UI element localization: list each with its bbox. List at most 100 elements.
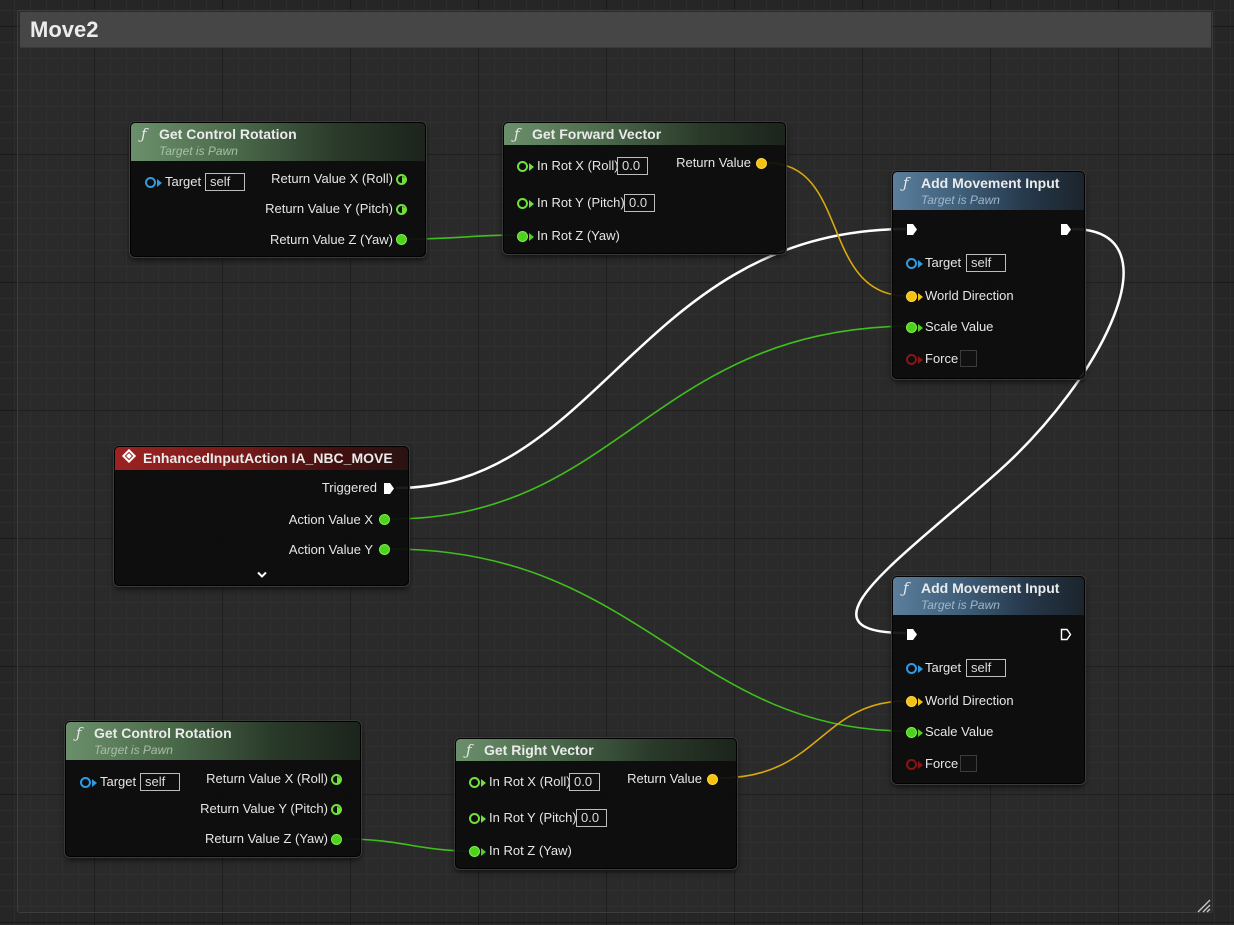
in-rot-x-field[interactable]: 0.0 <box>617 157 648 175</box>
node-title: Get Control Rotation <box>159 126 297 142</box>
world-direction-pin[interactable] <box>906 291 917 302</box>
in-rot-z-pin[interactable] <box>517 231 528 242</box>
node-get-control-rotation-1[interactable]: ƒ Get Control Rotation Target is Pawn Ta… <box>130 122 426 257</box>
node-title: EnhancedInputAction IA_NBC_MOVE <box>143 450 393 466</box>
node-subtitle: Target is Pawn <box>921 193 1000 207</box>
target-pin[interactable] <box>145 177 156 188</box>
in-rot-x-label: In Rot X (Roll) <box>489 774 571 789</box>
node-header[interactable]: ƒ Get Forward Vector <box>504 123 785 145</box>
event-icon <box>121 448 137 464</box>
return-value-label: Return Value <box>676 155 751 170</box>
pin-arrow-icon <box>337 836 348 844</box>
in-rot-x-field[interactable]: 0.0 <box>569 773 600 791</box>
scale-value-pin[interactable] <box>906 727 917 738</box>
node-get-right-vector[interactable]: ƒ Get Right Vector In Rot X (Roll) 0.0 I… <box>455 738 737 869</box>
return-z-label: Return Value Z (Yaw) <box>269 232 393 247</box>
node-add-movement-input-2[interactable]: ƒ Add Movement Input Target is Pawn Targ… <box>892 576 1085 784</box>
node-subtitle: Target is Pawn <box>94 743 173 757</box>
exec-in-pin[interactable] <box>906 223 918 236</box>
function-icon: ƒ <box>903 579 909 597</box>
function-icon: ƒ <box>141 125 147 143</box>
return-value-label: Return Value <box>627 771 702 786</box>
exec-out-pin[interactable] <box>1060 628 1072 641</box>
node-get-control-rotation-2[interactable]: ƒ Get Control Rotation Target is Pawn Ta… <box>65 721 361 857</box>
pin-arrow-icon <box>713 776 724 784</box>
node-header[interactable]: ƒ Get Right Vector <box>456 739 736 761</box>
node-header[interactable]: ƒ Get Control Rotation Target is Pawn <box>66 722 360 760</box>
pin-arrow-icon <box>402 176 413 184</box>
exec-out-pin[interactable] <box>1060 223 1072 236</box>
in-rot-z-label: In Rot Z (Yaw) <box>489 843 572 858</box>
target-value-field[interactable]: self <box>140 773 180 791</box>
in-rot-y-label: In Rot Y (Pitch) <box>489 810 577 825</box>
target-value-field[interactable]: self <box>966 659 1006 677</box>
return-x-label: Return Value X (Roll) <box>206 771 328 786</box>
world-direction-pin[interactable] <box>906 696 917 707</box>
node-get-forward-vector[interactable]: ƒ Get Forward Vector In Rot X (Roll) 0.0… <box>503 122 786 254</box>
force-pin[interactable] <box>906 354 917 365</box>
pin-arrow-icon <box>337 776 348 784</box>
function-icon: ƒ <box>514 125 520 143</box>
scale-value-label: Scale Value <box>925 319 994 334</box>
in-rot-x-label: In Rot X (Roll) <box>537 158 619 173</box>
pin-arrow-icon <box>385 516 396 524</box>
node-title: Get Forward Vector <box>532 126 662 142</box>
force-checkbox[interactable] <box>960 350 977 367</box>
comment-title[interactable]: Move2 <box>30 17 98 43</box>
in-rot-y-field[interactable]: 0.0 <box>576 809 607 827</box>
comment-header[interactable]: Move2 <box>20 12 1211 48</box>
scale-value-label: Scale Value <box>925 724 994 739</box>
node-header[interactable]: ƒ Add Movement Input Target is Pawn <box>893 172 1084 210</box>
force-label: Force <box>925 756 959 771</box>
world-direction-label: World Direction <box>925 693 1014 708</box>
in-rot-z-label: In Rot Z (Yaw) <box>537 228 620 243</box>
return-x-label: Return Value X (Roll) <box>271 171 393 186</box>
expand-chevron-down-icon[interactable] <box>256 571 268 579</box>
node-title: Add Movement Input <box>921 580 1060 596</box>
pin-arrow-icon <box>385 546 396 554</box>
target-label: Target <box>925 660 962 675</box>
node-title: Get Right Vector <box>484 742 594 758</box>
in-rot-y-pin[interactable] <box>469 813 480 824</box>
node-add-movement-input-1[interactable]: ƒ Add Movement Input Target is Pawn Targ… <box>892 171 1085 379</box>
function-icon: ƒ <box>76 724 82 742</box>
pin-arrow-icon <box>402 236 413 244</box>
resize-handle-icon[interactable] <box>1195 897 1211 913</box>
target-value-field[interactable]: self <box>966 254 1006 272</box>
pin-arrow-icon <box>762 160 773 168</box>
in-rot-y-label: In Rot Y (Pitch) <box>537 195 625 210</box>
node-enhanced-input-action[interactable]: EnhancedInputAction IA_NBC_MOVE Triggere… <box>114 446 409 586</box>
target-pin[interactable] <box>906 663 917 674</box>
return-z-label: Return Value Z (Yaw) <box>204 831 328 846</box>
node-header[interactable]: EnhancedInputAction IA_NBC_MOVE <box>115 447 408 470</box>
action-value-x-label: Action Value X <box>288 512 373 527</box>
node-header[interactable]: ƒ Get Control Rotation Target is Pawn <box>131 123 425 161</box>
world-direction-label: World Direction <box>925 288 1014 303</box>
target-value-field[interactable]: self <box>205 173 245 191</box>
node-subtitle: Target is Pawn <box>921 598 1000 612</box>
node-title: Add Movement Input <box>921 175 1060 191</box>
pin-arrow-icon <box>402 206 413 214</box>
target-label: Target <box>925 255 962 270</box>
in-rot-x-pin[interactable] <box>517 161 528 172</box>
node-header[interactable]: ƒ Add Movement Input Target is Pawn <box>893 577 1084 615</box>
return-y-label: Return Value Y (Pitch) <box>265 201 393 216</box>
in-rot-y-field[interactable]: 0.0 <box>624 194 655 212</box>
target-label: Target <box>100 774 137 789</box>
target-pin[interactable] <box>906 258 917 269</box>
target-label: Target <box>165 174 202 189</box>
force-pin[interactable] <box>906 759 917 770</box>
force-label: Force <box>925 351 959 366</box>
in-rot-y-pin[interactable] <box>517 198 528 209</box>
node-title: Get Control Rotation <box>94 725 232 741</box>
node-subtitle: Target is Pawn <box>159 144 238 158</box>
exec-triggered-pin[interactable] <box>383 482 395 495</box>
force-checkbox[interactable] <box>960 755 977 772</box>
return-y-label: Return Value Y (Pitch) <box>200 801 328 816</box>
in-rot-z-pin[interactable] <box>469 846 480 857</box>
in-rot-x-pin[interactable] <box>469 777 480 788</box>
exec-in-pin[interactable] <box>906 628 918 641</box>
target-pin[interactable] <box>80 777 91 788</box>
scale-value-pin[interactable] <box>906 322 917 333</box>
action-value-y-label: Action Value Y <box>288 542 373 557</box>
